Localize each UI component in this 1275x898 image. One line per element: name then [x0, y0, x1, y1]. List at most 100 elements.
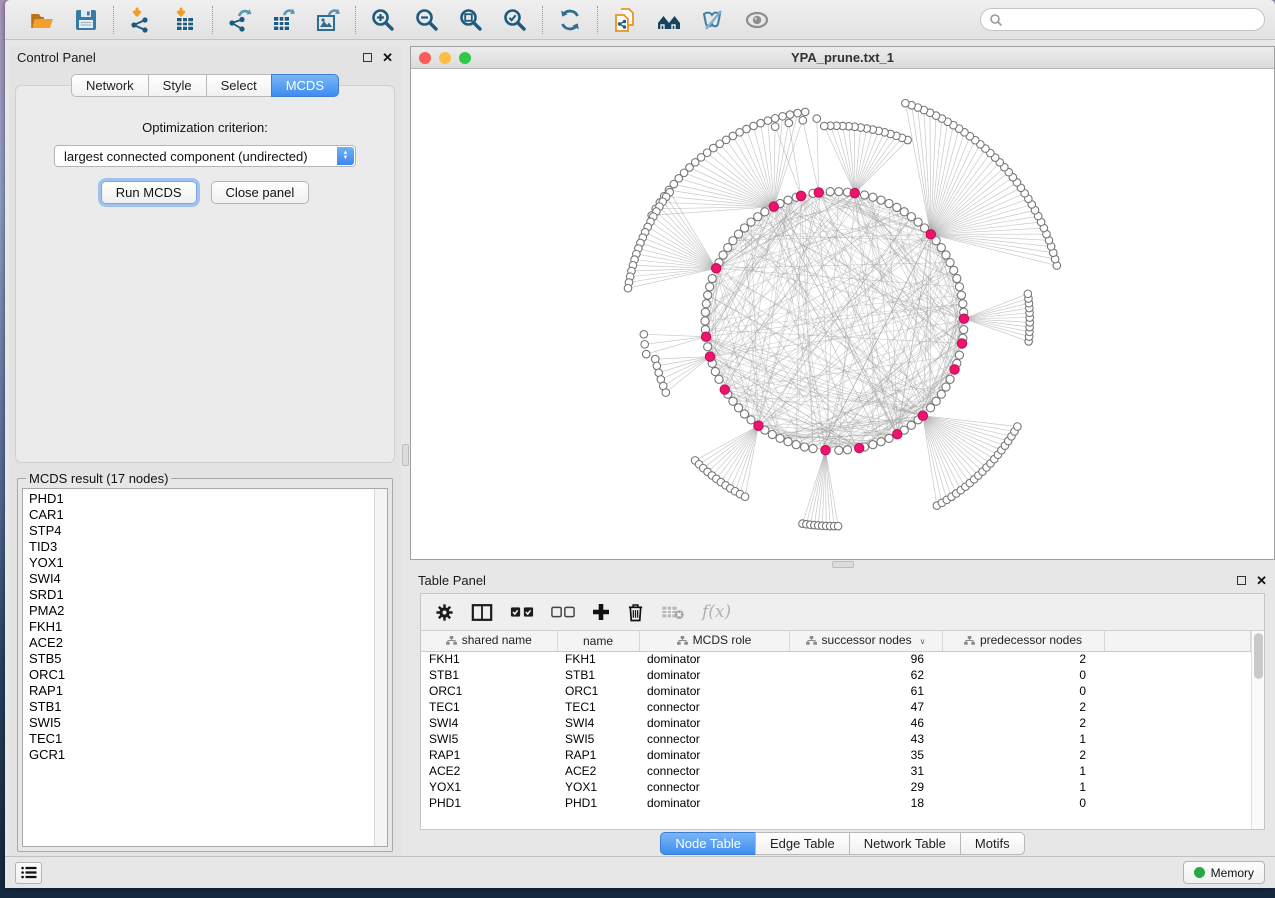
- cell-predecessor-nodes[interactable]: 2: [942, 747, 1104, 763]
- memory-button[interactable]: Memory: [1183, 861, 1265, 884]
- save-session-button[interactable]: [71, 5, 101, 35]
- cell-name[interactable]: RAP1: [557, 747, 639, 763]
- table-row[interactable]: STB1STB1dominator620: [421, 667, 1251, 683]
- mcds-result-item[interactable]: SWI5: [29, 715, 374, 731]
- close-window-icon[interactable]: [419, 52, 431, 64]
- mcds-result-item[interactable]: STB1: [29, 699, 374, 715]
- delete-table-button[interactable]: [661, 604, 685, 620]
- mcds-result-item[interactable]: PHD1: [29, 491, 374, 507]
- network-titlebar[interactable]: YPA_prune.txt_1: [411, 47, 1274, 69]
- export-network-button[interactable]: [225, 5, 255, 35]
- network-canvas[interactable]: [411, 69, 1274, 559]
- mcds-result-item[interactable]: STB5: [29, 651, 374, 667]
- tab-node-table[interactable]: Node Table: [660, 832, 755, 855]
- mcds-result-item[interactable]: CAR1: [29, 507, 374, 523]
- cell-mcds-role[interactable]: connector: [639, 731, 789, 747]
- tab-network[interactable]: Network: [71, 74, 148, 97]
- search-input[interactable]: [1008, 13, 1256, 27]
- tab-motifs[interactable]: Motifs: [960, 832, 1025, 855]
- export-table-button[interactable]: [269, 5, 299, 35]
- cell-predecessor-nodes[interactable]: 1: [942, 731, 1104, 747]
- cell-mcds-role[interactable]: connector: [639, 699, 789, 715]
- float-panel-icon[interactable]: [363, 53, 372, 62]
- vertical-splitter[interactable]: [401, 46, 410, 856]
- mcds-result-item[interactable]: GCR1: [29, 747, 374, 763]
- column-header-shared-name[interactable]: shared name: [421, 631, 557, 651]
- tab-edge-table[interactable]: Edge Table: [755, 832, 849, 855]
- network-overview-button[interactable]: [654, 5, 684, 35]
- cell-name[interactable]: TEC1: [557, 699, 639, 715]
- table-scrollbar[interactable]: [1251, 631, 1264, 829]
- mcds-result-item[interactable]: TID3: [29, 539, 374, 555]
- cell-mcds-role[interactable]: dominator: [639, 747, 789, 763]
- cell-successor-nodes[interactable]: 35: [789, 747, 942, 763]
- tab-network-table[interactable]: Network Table: [849, 832, 960, 855]
- open-file-button[interactable]: [27, 5, 57, 35]
- export-image-button[interactable]: [313, 5, 343, 35]
- mcds-result-item[interactable]: STP4: [29, 523, 374, 539]
- maximize-window-icon[interactable]: [459, 52, 471, 64]
- table-row[interactable]: PHD1PHD1dominator180: [421, 795, 1251, 811]
- mcds-result-item[interactable]: FKH1: [29, 619, 374, 635]
- cell-successor-nodes[interactable]: 18: [789, 795, 942, 811]
- cell-name[interactable]: SWI5: [557, 731, 639, 747]
- cell-name[interactable]: PHD1: [557, 795, 639, 811]
- zoom-fit-button[interactable]: [456, 5, 486, 35]
- cell-name[interactable]: ORC1: [557, 683, 639, 699]
- close-panel-icon[interactable]: ✕: [1256, 574, 1267, 587]
- cell-predecessor-nodes[interactable]: 2: [942, 651, 1104, 667]
- table-row[interactable]: ORC1ORC1dominator610: [421, 683, 1251, 699]
- cell-successor-nodes[interactable]: 43: [789, 731, 942, 747]
- table-row[interactable]: SWI5SWI5connector431: [421, 731, 1251, 747]
- column-header-name[interactable]: name: [557, 631, 639, 651]
- zoom-in-button[interactable]: [368, 5, 398, 35]
- cell-successor-nodes[interactable]: 96: [789, 651, 942, 667]
- close-panel-button[interactable]: Close panel: [211, 181, 310, 204]
- column-header-successor-nodes[interactable]: successor nodes∨: [789, 631, 942, 651]
- cell-successor-nodes[interactable]: 31: [789, 763, 942, 779]
- scrollbar-thumb[interactable]: [1254, 633, 1263, 679]
- cell-successor-nodes[interactable]: 29: [789, 779, 942, 795]
- cell-name[interactable]: SWI4: [557, 715, 639, 731]
- cell-predecessor-nodes[interactable]: 1: [942, 763, 1104, 779]
- clone-network-button[interactable]: [610, 5, 640, 35]
- optimization-criterion-select[interactable]: largest connected component (undirected)…: [54, 145, 356, 167]
- mcds-result-item[interactable]: SRD1: [29, 587, 374, 603]
- splitter-grip[interactable]: [832, 561, 854, 568]
- horizontal-splitter[interactable]: [410, 560, 1275, 569]
- delete-columns-button[interactable]: [627, 603, 644, 622]
- run-mcds-button[interactable]: Run MCDS: [101, 181, 197, 204]
- cell-predecessor-nodes[interactable]: 0: [942, 667, 1104, 683]
- mcds-result-item[interactable]: ACE2: [29, 635, 374, 651]
- tab-select[interactable]: Select: [206, 74, 271, 97]
- deselect-all-checkboxes-button[interactable]: [551, 606, 575, 618]
- mcds-result-item[interactable]: ORC1: [29, 667, 374, 683]
- cell-mcds-role[interactable]: connector: [639, 763, 789, 779]
- mcds-result-item[interactable]: PMA2: [29, 603, 374, 619]
- hide-graphics-details-button[interactable]: [698, 5, 728, 35]
- select-all-checkboxes-button[interactable]: [510, 606, 534, 618]
- cell-successor-nodes[interactable]: 46: [789, 715, 942, 731]
- cell-mcds-role[interactable]: connector: [639, 779, 789, 795]
- cell-shared-name[interactable]: YOX1: [421, 779, 557, 795]
- cell-predecessor-nodes[interactable]: 2: [942, 699, 1104, 715]
- tab-mcds[interactable]: MCDS: [271, 74, 339, 97]
- cell-shared-name[interactable]: RAP1: [421, 747, 557, 763]
- cell-shared-name[interactable]: ACE2: [421, 763, 557, 779]
- import-table-button[interactable]: [170, 5, 200, 35]
- cell-shared-name[interactable]: SWI5: [421, 731, 557, 747]
- cell-predecessor-nodes[interactable]: 0: [942, 795, 1104, 811]
- refresh-view-button[interactable]: [555, 5, 585, 35]
- float-panel-icon[interactable]: [1237, 576, 1246, 585]
- tab-style[interactable]: Style: [148, 74, 206, 97]
- table-row[interactable]: RAP1RAP1dominator352: [421, 747, 1251, 763]
- cell-mcds-role[interactable]: dominator: [639, 651, 789, 667]
- cell-predecessor-nodes[interactable]: 0: [942, 683, 1104, 699]
- column-header-predecessor-nodes[interactable]: predecessor nodes: [942, 631, 1104, 651]
- cell-shared-name[interactable]: FKH1: [421, 651, 557, 667]
- show-columns-button[interactable]: [471, 603, 493, 622]
- zoom-out-button[interactable]: [412, 5, 442, 35]
- cell-shared-name[interactable]: SWI4: [421, 715, 557, 731]
- cell-name[interactable]: FKH1: [557, 651, 639, 667]
- cell-successor-nodes[interactable]: 62: [789, 667, 942, 683]
